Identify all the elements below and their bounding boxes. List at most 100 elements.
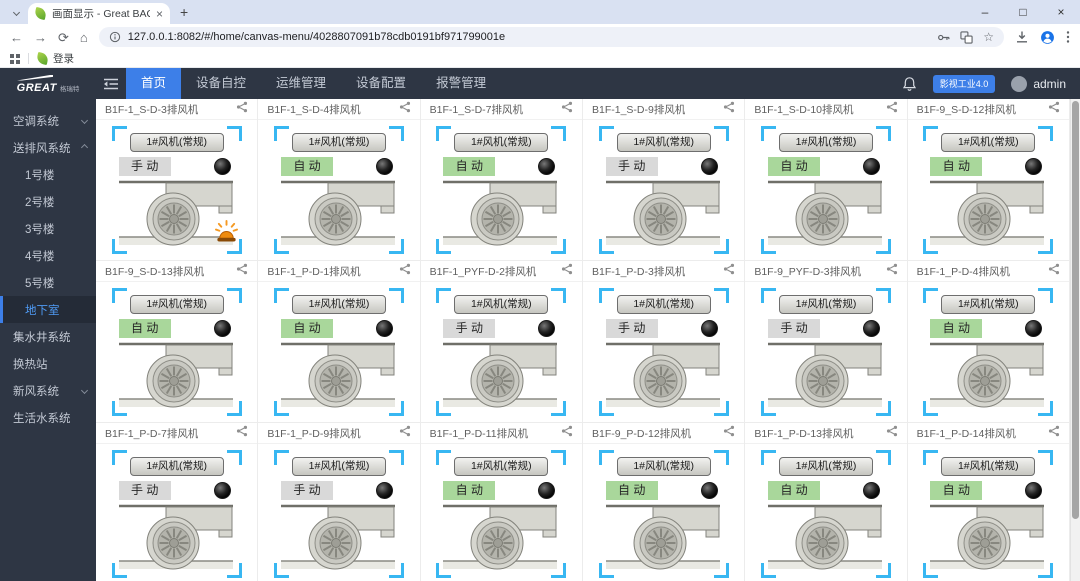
device-canvas[interactable]: 1#风机(常规) 自 动 [908, 444, 1069, 581]
fan-button[interactable]: 1#风机(常规) [778, 457, 873, 476]
share-icon[interactable] [561, 100, 573, 118]
sidebar-item[interactable]: 4号楼 [0, 242, 96, 269]
device-canvas[interactable]: 1#风机(常规) 自 动 [421, 444, 582, 581]
close-button[interactable]: × [1042, 5, 1080, 19]
fan-button[interactable]: 1#风机(常规) [941, 295, 1036, 314]
fan-button[interactable]: 1#风机(常规) [778, 133, 873, 152]
mode-button[interactable]: 自 动 [767, 481, 820, 500]
sidebar-item[interactable]: 换热站 [0, 350, 96, 377]
device-canvas[interactable]: 1#风机(常规) 自 动 [96, 282, 257, 422]
apps-grid-icon[interactable] [10, 53, 20, 64]
key-icon[interactable] [937, 31, 950, 44]
device-canvas[interactable]: 1#风机(常规) 手 动 [258, 444, 419, 581]
fan-button[interactable]: 1#风机(常规) [616, 295, 711, 314]
fan-button[interactable]: 1#风机(常规) [941, 133, 1036, 152]
share-icon[interactable] [723, 262, 735, 280]
fan-button[interactable]: 1#风机(常规) [291, 457, 386, 476]
notification-bell-icon[interactable] [902, 76, 917, 92]
tab-search-icon[interactable] [8, 4, 24, 20]
device-canvas[interactable]: 1#风机(常规) 手 动 [583, 120, 744, 260]
device-canvas[interactable]: 1#风机(常规) 自 动 [908, 282, 1069, 422]
browser-tab[interactable]: 画面显示 - Great BAOS × [28, 3, 170, 24]
mode-button[interactable]: 手 动 [605, 157, 658, 176]
device-canvas[interactable]: 1#风机(常规) 手 动 [96, 120, 257, 260]
sidebar-item[interactable]: 2号楼 [0, 188, 96, 215]
share-icon[interactable] [561, 262, 573, 280]
url-text[interactable]: 127.0.0.1:8082/#/home/canvas-menu/402880… [128, 31, 930, 43]
fan-button[interactable]: 1#风机(常规) [616, 133, 711, 152]
fan-button[interactable]: 1#风机(常规) [778, 295, 873, 314]
share-icon[interactable] [399, 424, 411, 442]
sidebar-item[interactable]: 空调系统 [0, 107, 96, 134]
device-canvas[interactable]: 1#风机(常规) 手 动 [96, 444, 257, 581]
nav-tab[interactable]: 运维管理 [261, 68, 341, 99]
mode-button[interactable]: 自 动 [118, 319, 171, 338]
mode-button[interactable]: 自 动 [443, 481, 496, 500]
device-canvas[interactable]: 1#风机(常规) 自 动 [258, 120, 419, 260]
share-icon[interactable] [886, 262, 898, 280]
menu-fold-icon[interactable] [96, 77, 126, 91]
share-icon[interactable] [236, 424, 248, 442]
sidebar-item[interactable]: 新风系统 [0, 377, 96, 404]
share-icon[interactable] [561, 424, 573, 442]
mode-button[interactable]: 手 动 [118, 481, 171, 500]
fan-button[interactable]: 1#风机(常规) [454, 457, 549, 476]
share-icon[interactable] [886, 100, 898, 118]
device-canvas[interactable]: 1#风机(常规) 自 动 [745, 120, 906, 260]
page-scrollbar[interactable] [1070, 99, 1080, 581]
mode-button[interactable]: 自 动 [930, 157, 983, 176]
home-icon[interactable]: ⌂ [80, 31, 88, 44]
nav-tab[interactable]: 报警管理 [421, 68, 501, 99]
fan-button[interactable]: 1#风机(常规) [454, 133, 549, 152]
forward-icon[interactable]: → [34, 31, 47, 44]
username-label[interactable]: admin [1033, 77, 1066, 91]
sidebar-item[interactable]: 1号楼 [0, 161, 96, 188]
user-avatar[interactable] [1011, 75, 1028, 92]
nav-tab[interactable]: 首页 [126, 68, 182, 99]
share-icon[interactable] [886, 424, 898, 442]
kebab-menu-icon[interactable] [1066, 30, 1070, 44]
sidebar-item[interactable]: 送排风系统 [0, 134, 96, 161]
mode-button[interactable]: 自 动 [930, 319, 983, 338]
share-icon[interactable] [723, 424, 735, 442]
reload-icon[interactable]: ⟳ [58, 31, 69, 44]
info-icon[interactable] [109, 31, 121, 43]
bookmark-star-icon[interactable]: ☆ [983, 31, 994, 43]
device-canvas[interactable]: 1#风机(常规) 自 动 [421, 120, 582, 260]
tab-close-icon[interactable]: × [156, 8, 163, 20]
share-icon[interactable] [1048, 262, 1060, 280]
bookmark-item[interactable]: 登录 [35, 51, 74, 66]
nav-tab[interactable]: 设备自控 [181, 68, 261, 99]
minimize-button[interactable]: – [966, 5, 1004, 19]
mode-button[interactable]: 自 动 [280, 157, 333, 176]
share-icon[interactable] [399, 100, 411, 118]
fan-button[interactable]: 1#风机(常规) [129, 295, 224, 314]
fan-button[interactable]: 1#风机(常规) [291, 133, 386, 152]
nav-tab[interactable]: 设备配置 [341, 68, 421, 99]
fan-button[interactable]: 1#风机(常规) [454, 295, 549, 314]
mode-button[interactable]: 手 动 [767, 319, 820, 338]
fan-button[interactable]: 1#风机(常规) [291, 295, 386, 314]
scrollbar-thumb[interactable] [1072, 101, 1079, 519]
new-tab-button[interactable]: + [180, 5, 188, 19]
mode-button[interactable]: 手 动 [280, 481, 333, 500]
maximize-button[interactable]: □ [1004, 5, 1042, 19]
sidebar-item[interactable]: 生活水系统 [0, 404, 96, 431]
sidebar-item[interactable]: 集水井系统 [0, 323, 96, 350]
share-icon[interactable] [723, 100, 735, 118]
device-canvas[interactable]: 1#风机(常规) 自 动 [583, 444, 744, 581]
fan-button[interactable]: 1#风机(常规) [941, 457, 1036, 476]
sidebar-item[interactable]: 3号楼 [0, 215, 96, 242]
version-badge[interactable]: 影视工业4.0 [932, 74, 996, 93]
address-bar[interactable]: 127.0.0.1:8082/#/home/canvas-menu/402880… [98, 27, 1004, 47]
share-icon[interactable] [1048, 424, 1060, 442]
fan-button[interactable]: 1#风机(常规) [616, 457, 711, 476]
profile-icon[interactable] [1040, 30, 1055, 45]
device-canvas[interactable]: 1#风机(常规) 自 动 [258, 282, 419, 422]
mode-button[interactable]: 手 动 [443, 319, 496, 338]
mode-button[interactable]: 手 动 [118, 157, 171, 176]
share-icon[interactable] [1048, 100, 1060, 118]
sidebar-item[interactable]: 5号楼 [0, 269, 96, 296]
share-icon[interactable] [236, 262, 248, 280]
device-canvas[interactable]: 1#风机(常规) 手 动 [745, 282, 906, 422]
